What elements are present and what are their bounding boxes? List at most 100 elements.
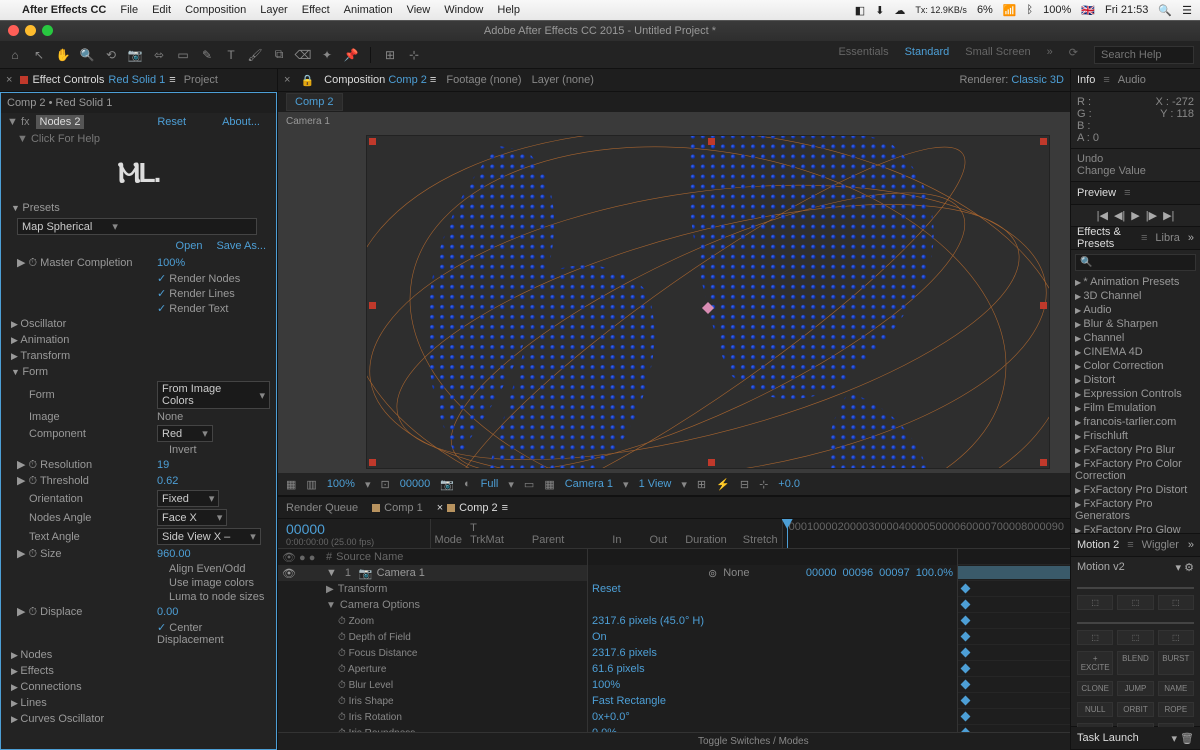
brush-tool-icon[interactable]: 🖌 [246,46,264,64]
camera-tool-icon[interactable]: 📷 [126,46,144,64]
camera-dropdown[interactable]: Camera 1 [565,478,613,490]
effect-category[interactable]: Channel [1075,331,1196,345]
menu-view[interactable]: View [407,4,431,16]
notif-icon[interactable]: ☰ [1182,4,1192,17]
renderer-value[interactable]: Classic 3D [1011,74,1064,86]
image-value[interactable]: None [157,411,183,423]
tab-audio[interactable]: Audio [1118,74,1146,86]
lock-icon[interactable]: 🔒 [300,74,314,87]
camera-prop[interactable]: ⏱ Iris Roundness [278,725,587,732]
eraser-tool-icon[interactable]: ⌫ [294,46,312,64]
play-icon[interactable]: ▶ [1131,209,1139,222]
menu-edit[interactable]: Edit [152,4,171,16]
close-panel-icon[interactable]: × [6,74,12,86]
camera-prop[interactable]: ⏱ Iris Shape [278,693,587,709]
effect-category[interactable]: Audio [1075,303,1196,317]
menu-effect[interactable]: Effect [302,4,330,16]
first-frame-icon[interactable]: |◀ [1097,209,1108,222]
wifi-icon[interactable]: 📶 [1003,4,1017,17]
bbox-handle[interactable] [1040,459,1047,466]
workspace-more-icon[interactable]: » [1047,46,1053,64]
menu-layer[interactable]: Layer [260,4,288,16]
workspace-essentials[interactable]: Essentials [838,46,888,64]
time-ruler[interactable]: 0001000020000300004000050000600007000080… [783,519,1070,548]
effect-category[interactable]: FxFactory Pro Color Correction [1075,457,1196,483]
motion-button[interactable]: NULL [1077,702,1113,717]
menu-animation[interactable]: Animation [344,4,393,16]
last-frame-icon[interactable]: ▶| [1163,209,1174,222]
lines-section[interactable]: Lines [1,695,276,711]
selection-tool-icon[interactable]: ↖ [30,46,48,64]
center-disp-check[interactable]: Center Displacement [157,621,270,646]
workspace-small[interactable]: Small Screen [965,46,1030,64]
tab-effects-presets[interactable]: Effects & Presets [1077,226,1133,250]
tab-libraries[interactable]: Libra [1155,232,1179,244]
motion-button[interactable]: + EXCITE [1077,651,1113,675]
motion-button[interactable]: CLONE [1077,681,1113,696]
effect-category[interactable]: Distort [1075,373,1196,387]
tab-preview[interactable]: Preview [1077,187,1116,199]
motion-button[interactable]: JUMP [1117,681,1153,696]
presets-section[interactable]: Presets [1,200,276,216]
pixel-icon[interactable]: ⊞ [697,478,706,491]
clone-tool-icon[interactable]: ⧉ [270,46,288,64]
menu-window[interactable]: Window [444,4,483,16]
snapshot-icon[interactable]: 📷 [440,478,454,491]
tab-project[interactable]: Project [184,74,218,86]
zoom-button[interactable] [42,25,53,36]
tab-comp2[interactable]: × Comp 2 ≡ [437,502,508,514]
imagecolors-check[interactable]: Use image colors [157,577,254,589]
effect-category[interactable]: Color Correction [1075,359,1196,373]
curves-section[interactable]: Curves Oscillator [1,711,276,727]
menu-composition[interactable]: Composition [185,4,246,16]
preset-open[interactable]: Open [176,240,203,252]
home-icon[interactable]: ⌂ [6,46,24,64]
render-lines-check[interactable]: Render Lines [157,287,235,300]
camera-transform[interactable]: ▶ Transform [278,581,587,597]
timeline-tracks[interactable] [958,549,1070,732]
tab-motion2[interactable]: Motion 2 [1077,539,1119,551]
grid-icon[interactable]: ▦ [286,478,296,491]
snap-icon[interactable]: ⊞ [381,46,399,64]
clock[interactable]: Fri 21:53 [1105,4,1148,16]
threshold-value[interactable]: 0.62 [157,475,178,487]
flag-icon[interactable]: 🇬🇧 [1081,4,1095,17]
tab-effect-controls[interactable]: Effect Controls Red Solid 1 ≡ [20,74,175,86]
bbox-handle[interactable] [1040,302,1047,309]
render-nodes-check[interactable]: Render Nodes [157,272,240,285]
comp-close-icon[interactable]: × [284,74,290,86]
tab-composition[interactable]: Composition Comp 2 ≡ [324,74,436,86]
master-completion-value[interactable]: 100% [157,257,185,269]
transform-section[interactable]: Transform [1,348,276,364]
preset-dropdown[interactable]: Map Spherical [17,218,257,235]
roi-icon[interactable]: ▭ [524,478,534,491]
zoom-tool-icon[interactable]: 🔍 [78,46,96,64]
preset-saveas[interactable]: Save As... [216,240,266,252]
effect-category[interactable]: FxFactory Pro Blur [1075,443,1196,457]
tab-wiggler[interactable]: Wiggler [1142,539,1179,551]
size-value[interactable]: 960.00 [157,548,191,560]
nodes-section[interactable]: Nodes [1,647,276,663]
effect-category[interactable]: CINEMA 4D [1075,345,1196,359]
component-dropdown[interactable]: Red [157,425,213,442]
camera-prop[interactable]: ⏱ Aperture [278,661,587,677]
tab-comp1[interactable]: Comp 1 [372,502,423,514]
tab-footage[interactable]: Footage (none) [446,74,521,86]
displace-value[interactable]: 0.00 [157,606,178,618]
motion-button[interactable]: BLEND [1117,651,1153,675]
zoom-dropdown[interactable]: 100% [327,478,355,490]
camera-prop[interactable]: ⏱ Depth of Field [278,629,587,645]
effect-category[interactable]: FxFactory Pro Glow [1075,523,1196,534]
composition-viewer[interactable]: Camera 1 [278,112,1070,495]
timeline-icon[interactable]: ⊟ [740,478,749,491]
help-link[interactable]: ▼ Click For Help [1,131,276,147]
res-icon[interactable]: ⊡ [380,478,389,491]
exposure-value[interactable]: +0.0 [778,478,800,490]
comp-subtab[interactable]: Comp 2 [286,93,343,111]
help-search-input[interactable] [1094,46,1194,64]
menu-file[interactable]: File [120,4,138,16]
form-section[interactable]: Form [1,364,276,380]
res-dropdown[interactable]: Full [481,478,499,490]
close-button[interactable] [8,25,19,36]
flowchart-icon[interactable]: ⊹ [759,478,768,491]
